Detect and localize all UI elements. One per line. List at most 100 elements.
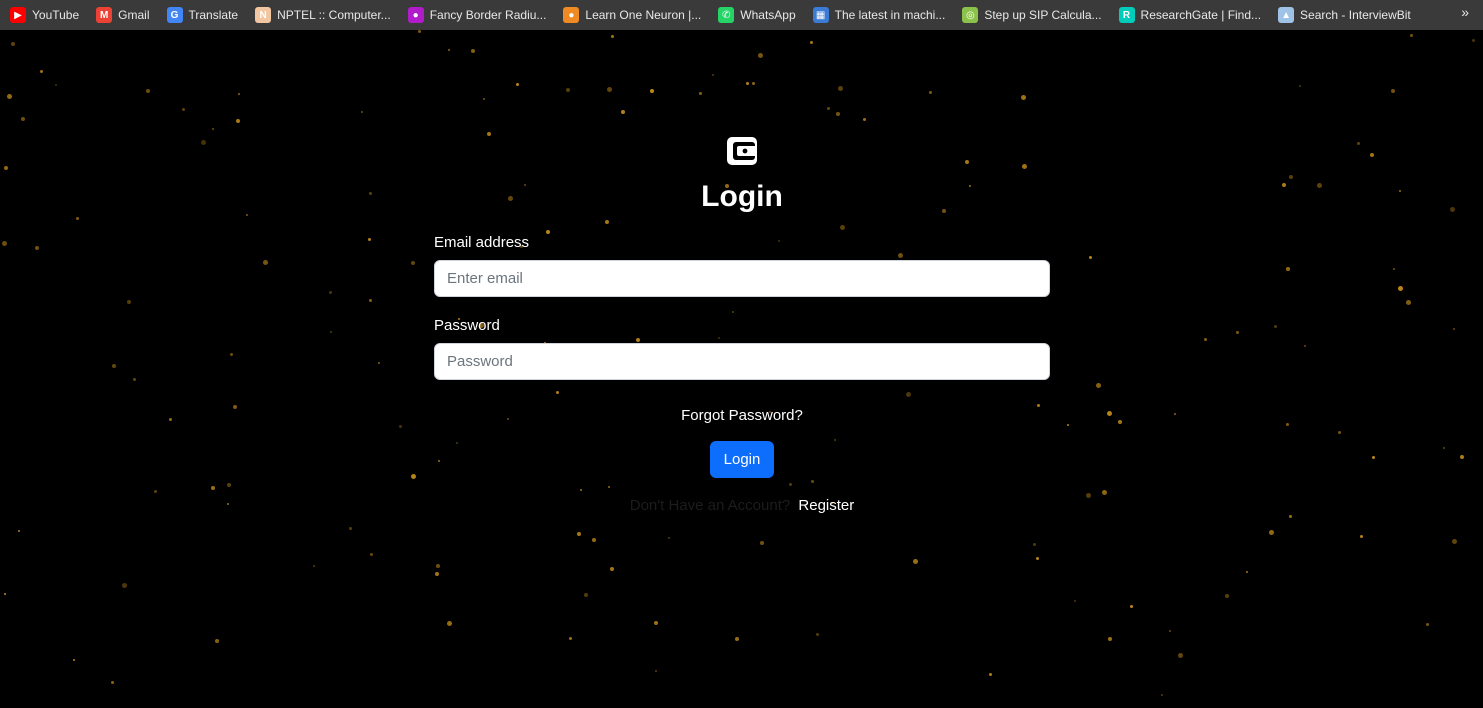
star-dot (1299, 85, 1301, 87)
star-dot (1036, 557, 1039, 560)
star-dot (1108, 637, 1112, 641)
star-dot (1130, 605, 1133, 608)
bookmark-label: WhatsApp (740, 8, 796, 22)
bookmark-sip-calc[interactable]: ◎ Step up SIP Calcula... (962, 3, 1102, 27)
fancy-border-icon: ● (407, 7, 424, 23)
bookmark-label: The latest in machi... (834, 8, 946, 22)
star-dot (1246, 571, 1248, 573)
star-dot (1370, 153, 1374, 157)
star-dot (1169, 630, 1171, 632)
star-dot (1033, 543, 1036, 546)
register-prompt: Don't Have an Account? (629, 497, 791, 514)
star-dot (448, 49, 450, 51)
star-dot (1174, 413, 1176, 415)
bookmark-youtube[interactable]: ▶ YouTube (10, 3, 79, 27)
password-input[interactable] (434, 343, 1050, 380)
star-dot (1357, 142, 1360, 145)
star-dot (1398, 286, 1403, 291)
star-dot (1289, 515, 1292, 518)
bookmark-fancy-border[interactable]: ● Fancy Border Radiu... (407, 3, 547, 27)
bookmark-label: Translate (188, 8, 239, 22)
star-dot (1393, 268, 1395, 270)
star-dot (435, 572, 439, 576)
star-dot (863, 118, 866, 121)
star-dot (735, 637, 739, 641)
star-dot (1286, 267, 1290, 271)
login-form: Login Email address Password Forgot Pass… (434, 136, 1050, 514)
star-dot (7, 94, 12, 99)
bookmark-interviewbit[interactable]: ▲ Search - InterviewBit (1278, 3, 1411, 27)
star-dot (411, 474, 416, 479)
star-dot (1391, 89, 1395, 93)
star-dot (418, 30, 421, 33)
nptel-icon: N (255, 7, 272, 23)
bookmark-whatsapp[interactable]: ✆ WhatsApp (718, 3, 796, 27)
star-dot (1304, 345, 1306, 347)
star-dot (1089, 256, 1092, 259)
bookmark-label: YouTube (32, 8, 80, 22)
star-dot (436, 564, 440, 568)
star-dot (368, 238, 371, 241)
star-dot (810, 41, 813, 44)
star-dot (592, 538, 596, 542)
sip-calc-icon: ◎ (962, 7, 979, 23)
researchgate-icon: R (1118, 7, 1135, 23)
one-neuron-icon: ● (563, 7, 580, 23)
star-dot (447, 621, 452, 626)
star-dot (111, 681, 114, 684)
bookmark-gmail[interactable]: M Gmail (96, 3, 150, 27)
star-dot (1282, 183, 1286, 187)
star-dot (1118, 420, 1122, 424)
star-dot (1096, 383, 1101, 388)
register-link[interactable]: Register (798, 497, 854, 514)
star-dot (758, 53, 763, 58)
star-dot (610, 567, 614, 571)
star-dot (227, 503, 229, 505)
star-dot (370, 553, 373, 556)
star-dot (569, 637, 572, 640)
star-dot (621, 110, 625, 114)
star-dot (654, 621, 658, 625)
star-dot (4, 166, 8, 170)
star-dot (1372, 456, 1375, 459)
bookmark-nptel[interactable]: N NPTEL :: Computer... (255, 3, 391, 27)
star-dot (236, 119, 240, 123)
star-dot (1178, 653, 1183, 658)
star-dot (361, 111, 363, 113)
translate-icon: G (166, 7, 183, 23)
star-dot (329, 291, 332, 294)
bookmark-researchgate[interactable]: R ResearchGate | Find... (1118, 3, 1261, 27)
star-dot (1107, 411, 1112, 416)
star-dot (1360, 535, 1363, 538)
star-dot (230, 353, 233, 356)
star-dot (989, 673, 992, 676)
star-dot (1452, 539, 1457, 544)
email-input[interactable] (434, 260, 1050, 297)
bookmark-label: Fancy Border Radiu... (429, 8, 547, 22)
bookmark-papers[interactable]: ▦ The latest in machi... (812, 3, 946, 27)
star-dot (1286, 423, 1289, 426)
bookmark-translate[interactable]: G Translate (166, 3, 239, 27)
bookmark-one-neuron[interactable]: ● Learn One Neuron |... (563, 3, 701, 27)
star-dot (73, 659, 75, 661)
star-dot (483, 98, 485, 100)
email-label: Email address (434, 234, 530, 251)
star-dot (760, 541, 764, 545)
star-dot (1406, 300, 1411, 305)
star-dot (1460, 455, 1464, 459)
star-dot (816, 633, 819, 636)
bookmark-label: Gmail (118, 8, 150, 22)
star-dot (212, 128, 214, 130)
star-dot (838, 86, 843, 91)
star-dot (112, 364, 116, 368)
star-dot (133, 378, 136, 381)
star-dot (1074, 600, 1076, 602)
star-dot (471, 49, 475, 53)
login-button[interactable]: Login (710, 441, 774, 478)
star-dot (1086, 493, 1091, 498)
star-dot (655, 670, 657, 672)
gmail-icon: M (96, 7, 113, 23)
bookmarks-overflow-icon[interactable]: » (1461, 4, 1469, 20)
forgot-password-link[interactable]: Forgot Password? (681, 407, 803, 424)
star-dot (1274, 325, 1277, 328)
